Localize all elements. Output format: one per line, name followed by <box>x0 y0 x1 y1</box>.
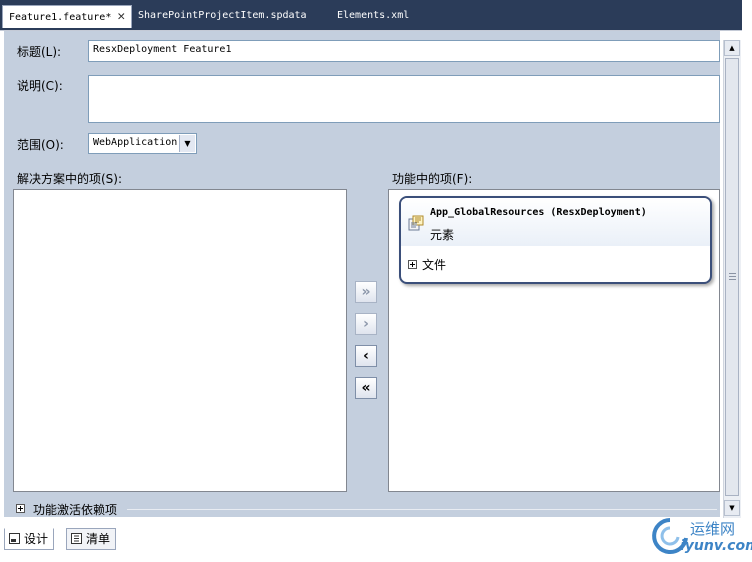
description-input[interactable] <box>88 75 720 123</box>
watermark-line1: 运维网 <box>690 520 736 538</box>
card-subtitle: 元素 <box>430 228 455 242</box>
add-button[interactable]: › <box>355 313 377 335</box>
scope-select[interactable]: WebApplication ▼ <box>88 133 197 154</box>
manifest-view-icon <box>71 533 82 544</box>
feature-item-card[interactable]: App_GlobalResources (ResxDeployment) 元素 … <box>399 196 712 284</box>
remove-button[interactable]: ‹ <box>355 345 377 367</box>
solution-items-label: 解决方案中的项(S): <box>17 172 123 186</box>
watermark-line2: iyunv.com <box>680 538 752 554</box>
scroll-thumb[interactable] <box>725 58 739 496</box>
chevron-down-icon[interactable]: ▼ <box>179 135 195 152</box>
card-title: App_GlobalResources (ResxDeployment) <box>430 207 647 218</box>
files-section-label: 文件 <box>422 258 447 272</box>
tab-manifest-label: 清单 <box>86 532 111 546</box>
grip-line <box>729 279 736 280</box>
grip-line <box>729 276 736 277</box>
tab-label: Elements.xml <box>337 10 410 21</box>
scroll-up-icon[interactable]: ▲ <box>724 40 740 56</box>
view-tab-strip: 设计 清单 <box>0 520 742 550</box>
remove-all-button[interactable]: « <box>355 377 377 399</box>
site-watermark: 运维网 iyunv.com <box>650 514 752 558</box>
tab-manifest[interactable]: 清单 <box>66 528 117 550</box>
title-input[interactable]: ResxDeployment Feature1 <box>88 40 720 62</box>
tab-feature1-feature[interactable]: Feature1.feature* ✕ <box>2 5 133 28</box>
tab-design[interactable]: 设计 <box>4 528 55 550</box>
dependencies-label: 功能激活依赖项 <box>33 503 118 517</box>
close-tab-icon[interactable]: ✕ <box>117 9 125 24</box>
scope-label: 范围(O): <box>17 138 64 152</box>
feature-designer: 标题(L): ResxDeployment Feature1 说明(C): 范围… <box>4 31 720 517</box>
document-tab-strip: Feature1.feature* ✕ SharePointProjectItem… <box>0 0 742 31</box>
add-all-button[interactable]: » <box>355 281 377 303</box>
vertical-scrollbar[interactable]: ▲ ▼ <box>723 40 741 518</box>
project-item-icon <box>408 215 424 231</box>
feature-items-list[interactable]: App_GlobalResources (ResxDeployment) 元素 … <box>388 189 720 492</box>
description-label: 说明(C): <box>17 79 63 93</box>
dependencies-divider <box>127 509 717 510</box>
feature-items-label: 功能中的项(F): <box>392 172 473 186</box>
tab-label: SharePointProjectItem.spdata <box>138 10 307 21</box>
grip-line <box>729 273 736 274</box>
tab-label: Feature1.feature* <box>9 12 112 23</box>
design-view-icon <box>9 533 20 544</box>
expand-files-icon[interactable] <box>408 260 417 269</box>
expand-dependencies-icon[interactable] <box>16 504 25 513</box>
tab-sharepointprojectitem-spdata[interactable]: SharePointProjectItem.spdata <box>132 6 313 26</box>
tab-elements-xml[interactable]: Elements.xml <box>331 6 415 26</box>
title-label: 标题(L): <box>17 45 62 59</box>
tab-design-label: 设计 <box>24 532 49 546</box>
scope-value: WebApplication <box>93 137 178 148</box>
solution-items-list[interactable] <box>13 189 347 492</box>
